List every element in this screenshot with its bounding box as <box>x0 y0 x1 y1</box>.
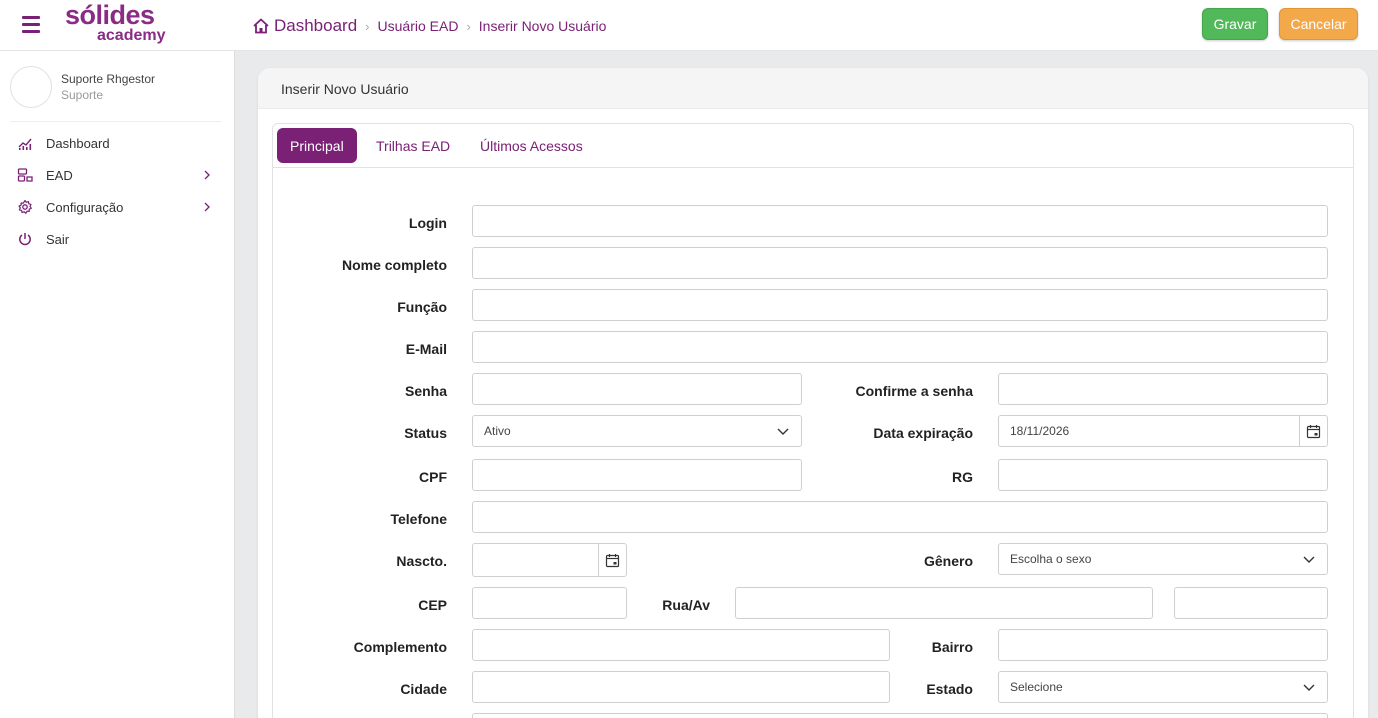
confirme-senha-input[interactable] <box>998 373 1328 405</box>
breadcrumb-separator: › <box>365 18 370 34</box>
sidebar-item-sair[interactable]: Sair <box>0 225 235 253</box>
bairro-input[interactable] <box>998 629 1328 661</box>
avatar[interactable] <box>10 66 52 108</box>
power-icon <box>19 233 31 246</box>
login-label: Login <box>408 215 447 231</box>
login-input[interactable] <box>472 205 1328 237</box>
user-role: Suporte <box>61 88 104 102</box>
estado-label: Estado <box>926 681 973 697</box>
data-expiracao-label: Data expiração <box>873 425 973 441</box>
sidebar-item-label: Sair <box>46 231 70 247</box>
tab-principal[interactable]: Principal <box>277 128 357 163</box>
calendar-icon <box>605 553 620 567</box>
status-select[interactable]: Ativo <box>472 415 802 447</box>
user-name: Suporte Rhgestor <box>61 72 156 86</box>
cpf-input[interactable] <box>472 459 802 491</box>
calendar-button[interactable] <box>1299 416 1327 446</box>
breadcrumb-current: Inserir Novo Usuário <box>478 18 607 34</box>
chevron-right-icon <box>204 170 210 180</box>
calendar-button[interactable] <box>598 544 626 576</box>
genero-value: Escolha o sexo <box>1010 552 1092 566</box>
breadcrumb-usuario-ead[interactable]: Usuário EAD <box>378 18 459 34</box>
sidebar-item-configuracao[interactable]: Configuração <box>0 193 235 221</box>
chevron-down-icon <box>777 428 789 435</box>
complemento-label: Complemento <box>353 639 447 655</box>
bairro-label: Bairro <box>931 639 973 655</box>
cep-label: CEP <box>418 597 447 613</box>
genero-label: Gênero <box>923 553 973 569</box>
numero-input[interactable] <box>1174 587 1328 619</box>
data-expiracao-input[interactable]: 18/11/2026 <box>998 415 1328 447</box>
card-header: Inserir Novo Usuário <box>258 68 1368 109</box>
home-icon[interactable] <box>252 17 270 35</box>
sidebar-item-label: Configuração <box>46 199 124 215</box>
menu-toggle-icon[interactable] <box>22 16 40 33</box>
rua-label: Rua/Av <box>662 597 710 613</box>
ead-icon <box>17 168 33 182</box>
save-button[interactable]: Gravar <box>1202 8 1268 40</box>
breadcrumb-separator: › <box>466 18 471 34</box>
nascimento-input[interactable] <box>472 543 627 577</box>
data-expiracao-value: 18/11/2026 <box>1010 424 1070 438</box>
email-input[interactable] <box>472 331 1328 363</box>
chart-icon <box>18 138 32 150</box>
cep-input[interactable] <box>472 587 627 619</box>
tab-bar: Principal Trilhas EAD Últimos Acessos <box>273 124 1353 168</box>
next-input-partial[interactable] <box>472 713 1328 718</box>
estado-value: Selecione <box>1010 680 1063 694</box>
email-label: E-Mail <box>405 341 447 357</box>
cpf-label: CPF <box>419 469 447 485</box>
sidebar-item-label: EAD <box>46 167 73 183</box>
nascimento-label: Nascto. <box>396 553 447 569</box>
calendar-icon <box>1306 424 1321 438</box>
genero-select[interactable]: Escolha o sexo <box>998 543 1328 575</box>
funcao-input[interactable] <box>472 289 1328 321</box>
sidebar-divider <box>10 121 221 122</box>
rua-input[interactable] <box>735 587 1153 619</box>
top-bar: sólides academy Dashboard › Usuário EAD … <box>0 0 1378 51</box>
chevron-right-icon <box>204 202 210 212</box>
status-value: Ativo <box>484 424 511 438</box>
gear-icon <box>18 199 32 214</box>
status-label: Status <box>404 425 447 441</box>
sidebar: Suporte Rhgestor Suporte Dashboard EAD C… <box>0 51 235 718</box>
nome-completo-label: Nome completo <box>341 257 447 273</box>
rg-label: RG <box>952 469 973 485</box>
senha-label: Senha <box>404 383 447 399</box>
logo[interactable]: sólides academy <box>65 0 175 47</box>
nome-completo-input[interactable] <box>472 247 1328 279</box>
cancel-button[interactable]: Cancelar <box>1279 8 1358 40</box>
cidade-label: Cidade <box>400 681 447 697</box>
senha-input[interactable] <box>472 373 802 405</box>
sidebar-item-ead[interactable]: EAD <box>0 161 235 189</box>
logo-text-bottom: academy <box>97 27 166 44</box>
tab-ultimos-acessos[interactable]: Últimos Acessos <box>480 128 583 163</box>
telefone-input[interactable] <box>472 501 1328 533</box>
estado-select[interactable]: Selecione <box>998 671 1328 703</box>
breadcrumb: Dashboard › Usuário EAD › Inserir Novo U… <box>252 15 606 37</box>
breadcrumb-dashboard[interactable]: Dashboard <box>274 16 357 36</box>
funcao-label: Função <box>397 299 447 315</box>
telefone-label: Telefone <box>390 511 447 527</box>
chevron-down-icon <box>1303 556 1315 563</box>
sidebar-item-label: Dashboard <box>46 135 110 151</box>
page-title: Inserir Novo Usuário <box>281 81 409 97</box>
sidebar-item-dashboard[interactable]: Dashboard <box>0 129 235 157</box>
confirme-senha-label: Confirme a senha <box>855 383 973 399</box>
chevron-down-icon <box>1303 684 1315 691</box>
tab-trilhas-ead[interactable]: Trilhas EAD <box>376 128 450 163</box>
rg-input[interactable] <box>998 459 1328 491</box>
